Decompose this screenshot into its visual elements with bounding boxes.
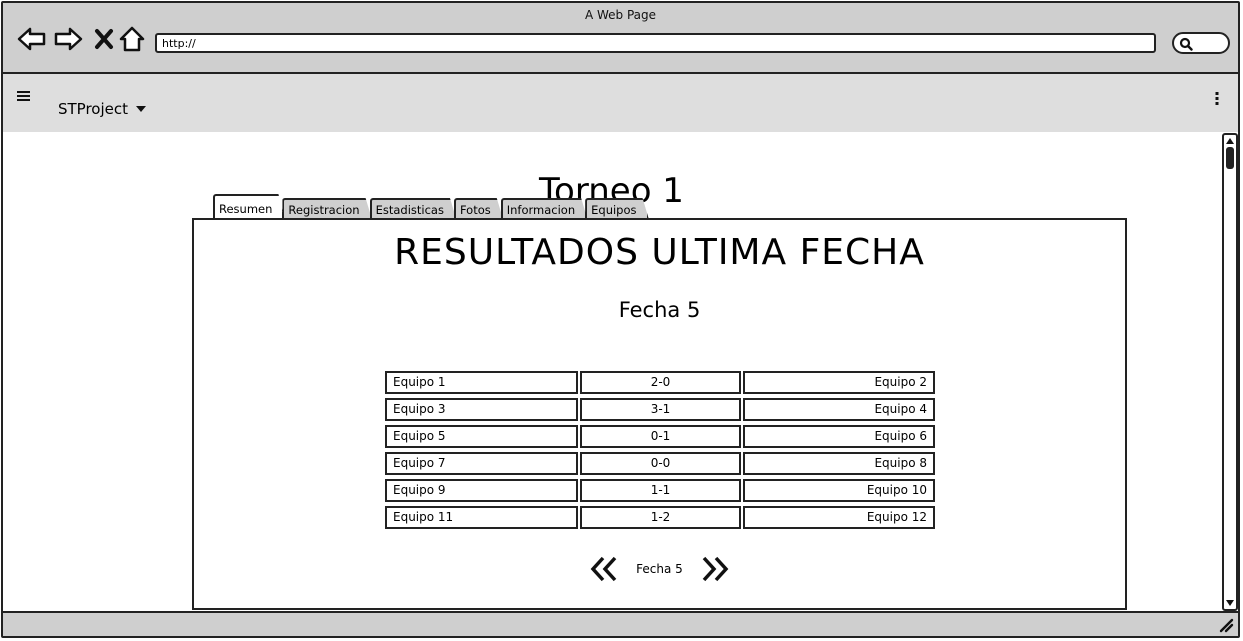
table-row: Equipo 11 1-2 Equipo 12	[384, 505, 936, 532]
forward-button[interactable]	[53, 25, 83, 53]
away-team-cell: Equipo 2	[743, 371, 935, 394]
close-x-icon	[95, 29, 113, 49]
caret-down-icon	[136, 106, 147, 112]
double-chevron-right-icon	[702, 556, 729, 582]
back-arrow-icon	[17, 27, 46, 51]
home-team-cell: Equipo 5	[385, 425, 578, 448]
table-row: Equipo 3 3-1 Equipo 4	[384, 397, 936, 424]
double-chevron-left-icon	[590, 556, 617, 582]
project-name: STProject	[58, 100, 129, 118]
round-pager: Fecha 5	[194, 556, 1125, 582]
next-round-button[interactable]	[701, 556, 729, 582]
results-headline: RESULTADOS ULTIMA FECHA	[394, 232, 925, 273]
away-team-cell: Equipo 4	[743, 398, 935, 421]
table-row: Equipo 5 0-1 Equipo 6	[384, 424, 936, 451]
away-team-cell: Equipo 8	[743, 452, 935, 475]
main-content: Torneo 1 Resumen Registracion Estadistic…	[3, 132, 1220, 612]
project-dropdown[interactable]: STProject	[58, 100, 147, 118]
home-button[interactable]	[117, 25, 147, 53]
kebab-menu-icon[interactable]	[1214, 89, 1220, 107]
score-cell: 0-1	[580, 425, 741, 448]
away-team-cell: Equipo 6	[743, 425, 935, 448]
table-row: Equipo 1 2-0 Equipo 2	[384, 370, 936, 397]
score-cell: 2-0	[580, 371, 741, 394]
scroll-up-arrow-icon[interactable]	[1225, 136, 1235, 146]
home-icon	[119, 26, 145, 52]
tab-equipos[interactable]: Equipos	[585, 198, 648, 218]
tab-panel: RESULTADOS ULTIMA FECHA Fecha 5 Equipo 1…	[192, 218, 1127, 610]
tab-bar: Resumen Registracion Estadisticas Fotos …	[213, 192, 647, 218]
score-cell: 1-2	[580, 506, 741, 529]
browser-chrome: A Web Page http://	[3, 3, 1238, 74]
forward-arrow-icon	[54, 27, 83, 51]
home-team-cell: Equipo 1	[385, 371, 578, 394]
home-team-cell: Equipo 3	[385, 398, 578, 421]
app-header: STProject	[3, 74, 1238, 132]
tab-fotos[interactable]: Fotos	[454, 198, 503, 218]
tab-informacion[interactable]: Informacion	[501, 198, 587, 218]
stop-button[interactable]	[89, 25, 119, 53]
tab-resumen[interactable]: Resumen	[213, 194, 284, 218]
window-title: A Web Page	[584, 8, 657, 22]
score-cell: 0-0	[580, 452, 741, 475]
round-subheading: Fecha 5	[618, 298, 701, 322]
home-team-cell: Equipo 11	[385, 506, 578, 529]
status-bar	[3, 611, 1238, 636]
score-cell: 3-1	[580, 398, 741, 421]
hamburger-menu-icon[interactable]	[15, 88, 33, 104]
table-row: Equipo 9 1-1 Equipo 10	[384, 478, 936, 505]
pager-label: Fecha 5	[636, 562, 683, 576]
scroll-thumb[interactable]	[1226, 147, 1234, 169]
previous-round-button[interactable]	[590, 556, 618, 582]
search-icon	[1179, 37, 1193, 51]
browser-search-field[interactable]	[1172, 32, 1230, 54]
table-row: Equipo 7 0-0 Equipo 8	[384, 451, 936, 478]
home-team-cell: Equipo 9	[385, 479, 578, 502]
scroll-down-arrow-icon[interactable]	[1225, 598, 1235, 608]
score-cell: 1-1	[580, 479, 741, 502]
away-team-cell: Equipo 12	[743, 506, 935, 529]
tab-registracion[interactable]: Registracion	[282, 198, 371, 218]
away-team-cell: Equipo 10	[743, 479, 935, 502]
address-bar[interactable]: http://	[155, 33, 1156, 53]
browser-window: A Web Page http:// STProject Torneo 1 Re…	[1, 1, 1240, 638]
back-button[interactable]	[17, 25, 47, 53]
home-team-cell: Equipo 7	[385, 452, 578, 475]
tab-estadisticas[interactable]: Estadisticas	[370, 198, 456, 218]
results-table: Equipo 1 2-0 Equipo 2 Equipo 3 3-1 Equip…	[384, 370, 936, 532]
resize-grip-icon[interactable]	[1218, 617, 1234, 633]
vertical-scrollbar[interactable]	[1222, 133, 1238, 611]
